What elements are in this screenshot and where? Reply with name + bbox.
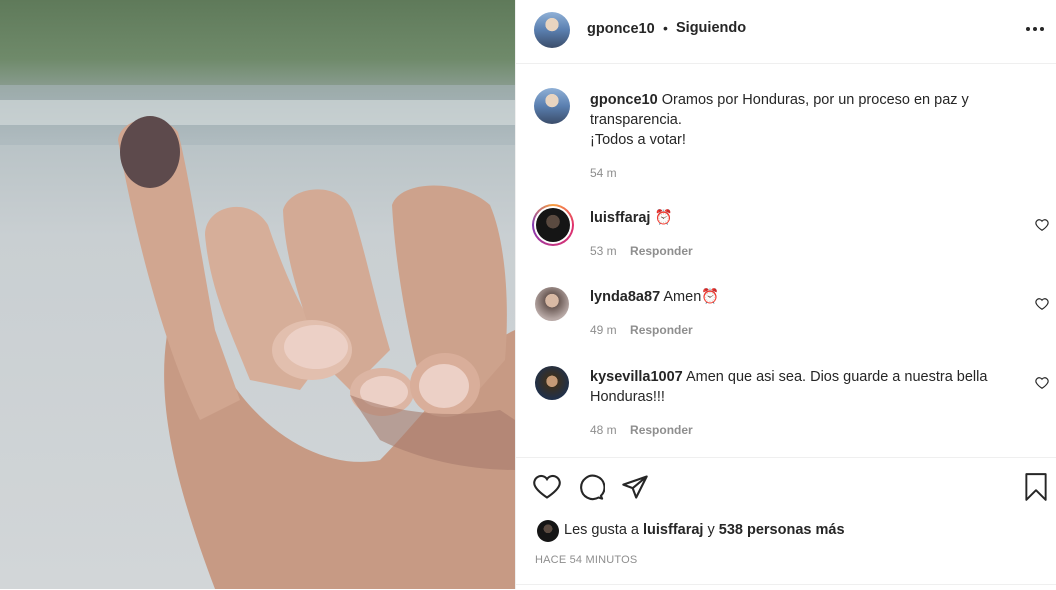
heart-icon[interactable] — [1035, 376, 1049, 390]
likes-conjunction: y — [707, 522, 715, 538]
post-header: gponce10 • Siguiendo — [516, 0, 1056, 64]
avatar[interactable] — [535, 287, 569, 321]
heart-icon[interactable] — [1035, 297, 1049, 311]
story-ring[interactable] — [532, 204, 574, 246]
post-photo[interactable] — [0, 0, 515, 589]
caption-time: 54 m — [590, 166, 617, 180]
avatar — [536, 208, 570, 242]
reply-button[interactable]: Responder — [630, 244, 693, 258]
likes-prefix: Les gusta a — [564, 522, 639, 538]
following-button[interactable]: Siguiendo — [676, 20, 746, 36]
post-actions: Les gusta a luisffaraj y 538 personas má… — [516, 457, 1056, 590]
post-side-panel: gponce10 • Siguiendo gponce10 Oramos por… — [515, 0, 1056, 589]
comment-text: Amen que asi sea. Dios guarde a nuestra … — [685, 369, 988, 385]
comment-time: 48 m — [590, 423, 617, 437]
comment-username[interactable]: lynda8a87 — [590, 289, 660, 305]
divider — [516, 584, 1056, 585]
instagram-post-view: gponce10 • Siguiendo gponce10 Oramos por… — [0, 0, 1056, 589]
more-horizontal-icon[interactable] — [1025, 22, 1045, 41]
comment-username[interactable]: luisffaraj — [590, 210, 650, 226]
likes-summary: Les gusta a luisffaraj y 538 personas má… — [564, 522, 845, 538]
comment: lynda8a87 Amen⏰ 49 m Responder — [590, 287, 1020, 337]
avatar[interactable] — [535, 366, 569, 400]
share-icon[interactable] — [621, 473, 649, 506]
caption-text: ¡Todos a votar! — [590, 132, 686, 148]
separator-dot: • — [663, 20, 668, 36]
comment: kysevilla1007 Amen que asi sea. Dios gua… — [590, 367, 1020, 437]
comment-text: Honduras!!! — [590, 389, 665, 405]
comment-username[interactable]: kysevilla1007 — [590, 369, 683, 385]
hand-photo — [0, 85, 515, 589]
comment-time: 53 m — [590, 244, 617, 258]
heart-icon[interactable] — [1035, 218, 1049, 232]
caption-username[interactable]: gponce10 — [590, 92, 658, 108]
bookmark-icon[interactable] — [1023, 472, 1049, 507]
comment: luisffaraj ⏰ 53 m Responder — [590, 208, 1020, 258]
caption-text: Oramos por Honduras, por un proceso en p… — [661, 92, 969, 108]
heart-icon[interactable] — [533, 473, 561, 506]
caption-text: transparencia. — [590, 112, 682, 128]
likes-count[interactable]: 538 personas más — [719, 522, 845, 538]
avatar[interactable] — [534, 12, 570, 48]
comment-text: Amen⏰ — [663, 289, 720, 305]
comment-time: 49 m — [590, 323, 617, 337]
comment-text: ⏰ — [654, 210, 673, 226]
post-username[interactable]: gponce10 — [587, 21, 655, 37]
likes-username[interactable]: luisffaraj — [643, 522, 703, 538]
reply-button[interactable]: Responder — [630, 423, 693, 437]
reply-button[interactable]: Responder — [630, 323, 693, 337]
caption: gponce10 Oramos por Honduras, por un pro… — [590, 90, 1030, 180]
post-timestamp: HACE 54 MINUTOS — [535, 554, 638, 566]
avatar[interactable] — [537, 520, 559, 542]
comment-icon[interactable] — [577, 473, 606, 506]
avatar[interactable] — [534, 88, 570, 124]
